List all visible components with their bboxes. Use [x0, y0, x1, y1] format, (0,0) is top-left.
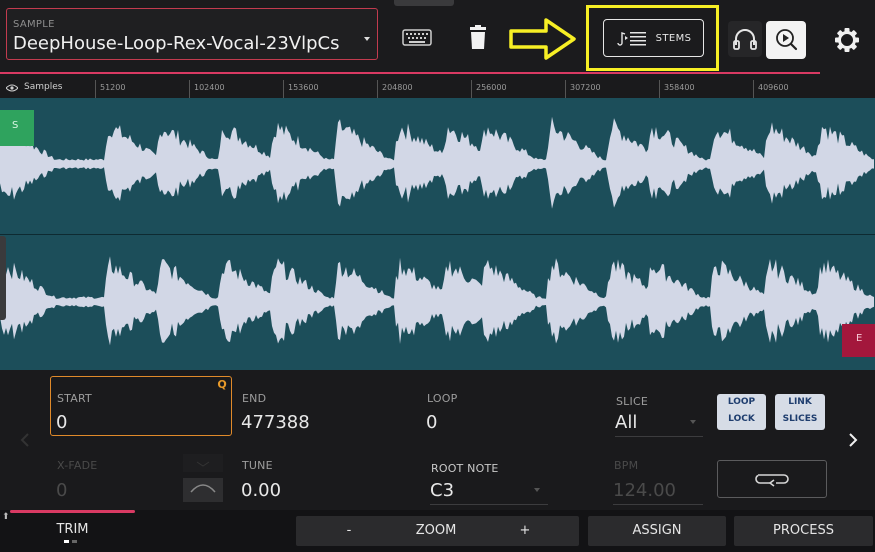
loop-lock-label-line2: LOCK: [728, 414, 755, 424]
trim-tab-label: TRIM: [56, 522, 89, 537]
gear-icon: [835, 28, 859, 52]
left-scroll-handle[interactable]: [0, 236, 6, 320]
settings-button[interactable]: [832, 25, 862, 55]
arrow-up-icon[interactable]: ⬆: [2, 512, 10, 522]
ruler-tick-label: 409600: [758, 83, 789, 92]
bpm-value: 124.00: [613, 480, 676, 501]
loop-mode-button[interactable]: [717, 460, 827, 498]
top-pull-tab[interactable]: [394, 0, 454, 6]
xfade-shape-selector[interactable]: [183, 454, 223, 504]
root-note-value[interactable]: C3: [430, 480, 454, 501]
ruler-tick: 102400: [189, 80, 225, 98]
page-dots-icon: [64, 540, 77, 543]
assign-button[interactable]: ASSIGN: [588, 516, 726, 546]
keyboard-icon: [402, 29, 432, 46]
slice-value[interactable]: All: [615, 412, 637, 433]
loop-lock-button[interactable]: LOOP LOCK: [717, 394, 766, 430]
ruler-tick: 307200: [565, 80, 601, 98]
arrow-right-icon: [508, 16, 578, 62]
ruler-tick-label: 307200: [570, 83, 601, 92]
bpm-underline: [613, 504, 703, 505]
ruler-tick-label: 102400: [194, 83, 225, 92]
process-button[interactable]: PROCESS: [734, 516, 873, 546]
ruler-tick: 153600: [283, 80, 319, 98]
chevron-left-icon[interactable]: [18, 432, 32, 448]
sample-ruler[interactable]: Samples 51200 102400 153600 204800 25600…: [0, 80, 875, 99]
xfade-value: 0: [56, 480, 68, 501]
zoom-out-button[interactable]: -: [342, 516, 356, 546]
sample-label: SAMPLE: [13, 19, 55, 30]
slice-underline: [615, 436, 703, 437]
sample-selector[interactable]: SAMPLE DeepHouse-Loop-Rex-Vocal-23VlpCs: [6, 8, 378, 60]
ruler-tick-label: 358400: [664, 83, 695, 92]
start-marker-label: S: [12, 120, 19, 131]
view-mode-icon[interactable]: [6, 84, 18, 92]
headphones-button[interactable]: [728, 21, 762, 57]
ruler-tick-label: 153600: [288, 83, 319, 92]
xfade-curve-icon: [183, 454, 223, 502]
slice-dropdown-caret-icon: [690, 420, 696, 424]
loop-icon: [755, 474, 789, 487]
bottom-bar: ⬆ TRIM - ZOOM + ASSIGN PROCESS: [0, 510, 875, 552]
trim-tab[interactable]: ⬆ TRIM: [0, 510, 135, 552]
headphones-icon: [733, 29, 757, 50]
preview-icon: [776, 29, 798, 51]
waveform-channel: [0, 116, 874, 209]
sample-name: DeepHouse-Loop-Rex-Vocal-23VlpCs: [13, 33, 340, 54]
channel-divider: [0, 234, 875, 235]
waveform-channel: [0, 256, 874, 346]
ruler-unit-label: Samples: [24, 82, 63, 92]
bpm-label: BPM: [614, 459, 639, 472]
link-slices-label-line2: SLICES: [782, 414, 818, 424]
root-note-label: ROOT NOTE: [431, 462, 499, 475]
chevron-right-icon[interactable]: [846, 432, 860, 448]
stems-icon: [616, 32, 646, 46]
start-label: START: [57, 392, 92, 405]
ruler-tick: 358400: [659, 80, 695, 98]
quantize-badge[interactable]: Q: [212, 376, 232, 394]
root-note-underline: [430, 504, 548, 505]
ruler-tick-label: 51200: [100, 83, 126, 92]
ruler-tick: 409600: [753, 80, 789, 98]
loop-value[interactable]: 0: [426, 412, 437, 433]
stems-label: STEMS: [655, 32, 692, 44]
ruler-tick: 204800: [377, 80, 413, 98]
header-accent-line: [0, 72, 820, 74]
keyboard-button[interactable]: [402, 28, 432, 48]
header-bar: SAMPLE DeepHouse-Loop-Rex-Vocal-23VlpCs: [0, 0, 875, 80]
loop-lock-label-line1: LOOP: [727, 397, 756, 407]
zoom-in-button[interactable]: +: [518, 516, 532, 546]
ruler-tick-label: 204800: [382, 83, 413, 92]
ruler-tick-label: 256000: [476, 83, 507, 92]
xfade-label: X-FADE: [57, 459, 98, 472]
end-marker[interactable]: E: [842, 324, 875, 357]
ruler-tick: 51200: [95, 80, 125, 98]
link-slices-label-line1: LINK: [788, 397, 812, 407]
start-marker[interactable]: S: [0, 110, 34, 146]
end-label: END: [242, 392, 267, 405]
delete-button[interactable]: [466, 24, 490, 52]
ruler-tick: 256000: [471, 80, 507, 98]
slice-label: SLICE: [616, 395, 648, 408]
stems-button[interactable]: STEMS: [603, 19, 704, 57]
trim-tab-indicator: [10, 510, 135, 513]
preview-button[interactable]: [766, 21, 806, 59]
loop-label: LOOP: [427, 392, 458, 405]
tune-label: TUNE: [242, 459, 273, 472]
root-note-dropdown-caret-icon: [534, 488, 540, 492]
zoom-label: ZOOM: [415, 523, 457, 538]
zoom-control: - ZOOM +: [296, 516, 579, 546]
waveform-display[interactable]: S E: [0, 98, 875, 370]
start-value: 0: [56, 412, 68, 433]
trash-icon: [470, 25, 486, 49]
start-field[interactable]: [50, 376, 232, 436]
end-marker-label: E: [856, 333, 863, 344]
trim-controls: Q START 0 END 477388 LOOP 0 SLICE All LO…: [0, 370, 875, 510]
link-slices-button[interactable]: LINK SLICES: [775, 394, 825, 430]
dropdown-caret-icon: [364, 37, 370, 41]
end-value[interactable]: 477388: [241, 412, 310, 433]
tune-value[interactable]: 0.00: [241, 480, 281, 501]
